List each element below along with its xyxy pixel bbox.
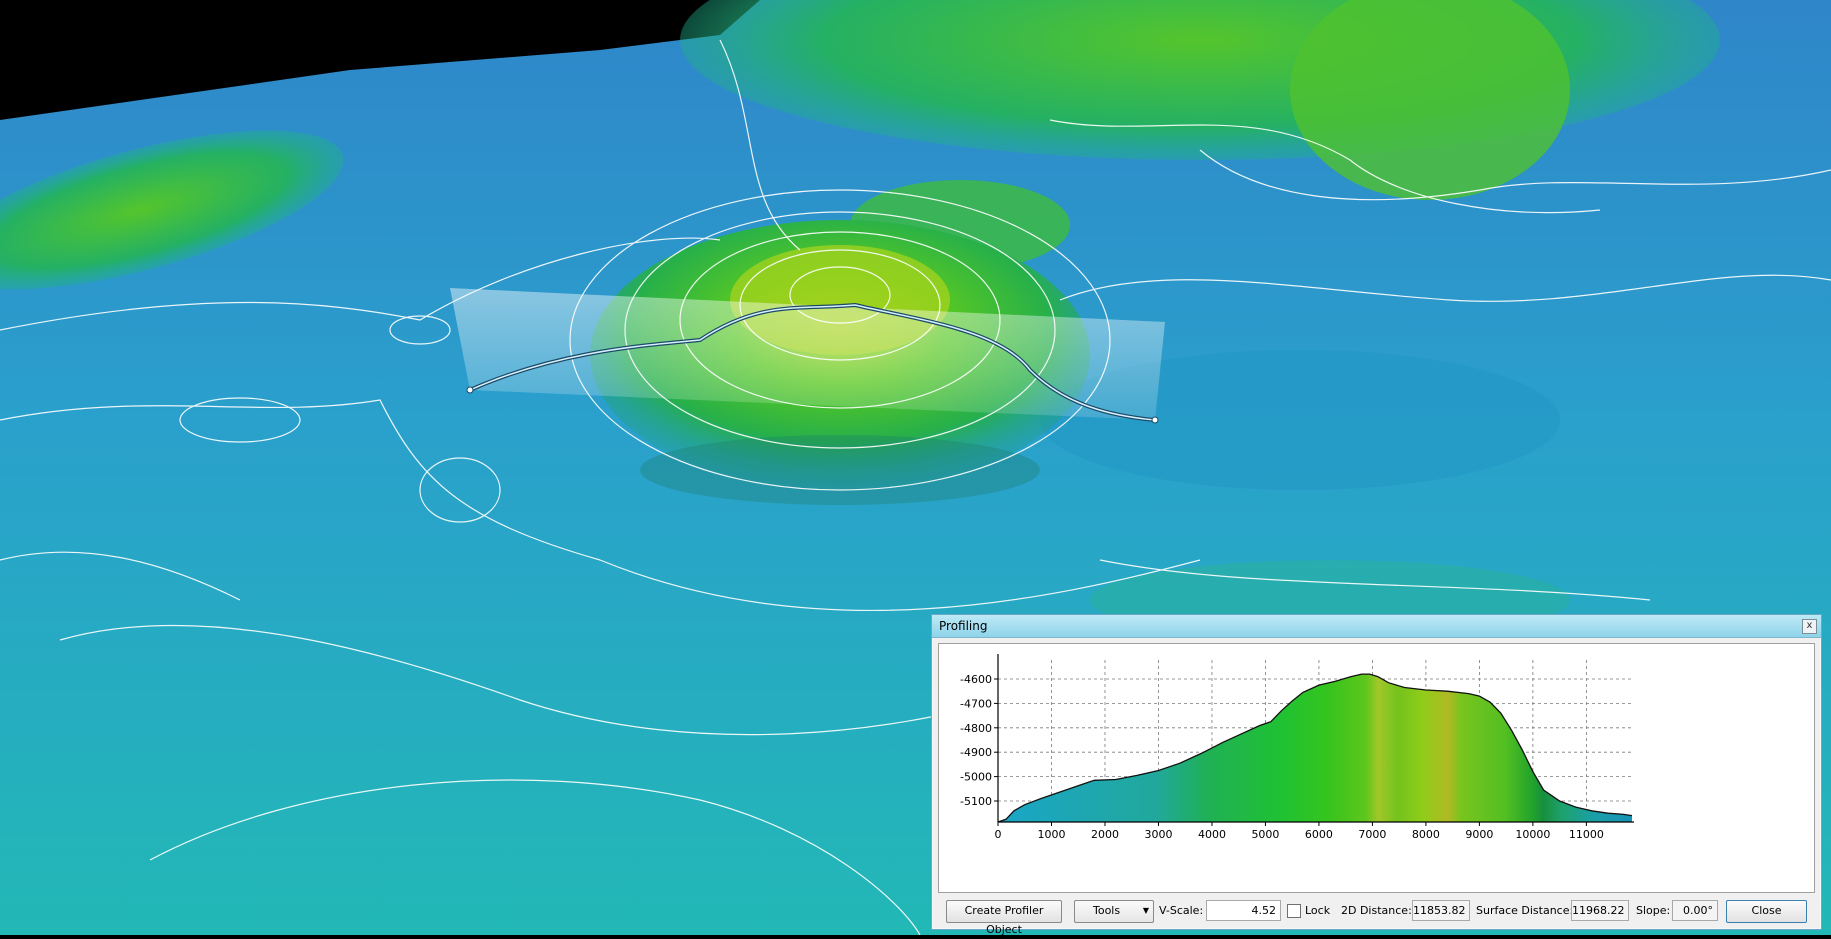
x-tick-label: 9000 xyxy=(1465,828,1493,841)
x-tick-label: 0 xyxy=(995,828,1002,841)
window-title: Profiling xyxy=(939,619,988,633)
close-button[interactable]: Close xyxy=(1726,900,1807,923)
profile-chart: 0 1000 2000 3000 4000 5000 6000 7000 8000 9000 100… xyxy=(938,643,1815,893)
x-tick-label: 10000 xyxy=(1515,828,1550,841)
2d-distance-value: 11853.82 xyxy=(1412,900,1470,921)
x-tick-label: 7000 xyxy=(1358,828,1386,841)
profile-area xyxy=(998,674,1632,822)
x-tick-label: 4000 xyxy=(1198,828,1226,841)
profiling-window: Profiling x 0 1000 2000 3000 4000 5000 6… xyxy=(931,614,1822,936)
y-tick-label: -4700 xyxy=(960,697,992,710)
create-profiler-object-button[interactable]: Create Profiler Object xyxy=(946,900,1062,936)
x-tick-label: 1000 xyxy=(1037,828,1065,841)
x-tick-label: 11000 xyxy=(1569,828,1604,841)
lock-label: Lock xyxy=(1305,904,1331,917)
lock-checkbox[interactable] xyxy=(1287,904,1301,918)
x-tick-label: 2000 xyxy=(1091,828,1119,841)
profile-chart-svg: 0 1000 2000 3000 4000 5000 6000 7000 8000 9000 100… xyxy=(960,654,1634,841)
y-tick-label: -4600 xyxy=(960,673,992,686)
slope-value: 0.00° xyxy=(1672,900,1718,921)
x-tick-label: 5000 xyxy=(1251,828,1279,841)
x-tick-label: 6000 xyxy=(1305,828,1333,841)
surface-distance-value: 11968.22 xyxy=(1571,900,1629,921)
slope-label: Slope: xyxy=(1636,904,1671,917)
chevron-down-icon: ▼ xyxy=(1142,906,1149,915)
tools-dropdown[interactable]: Tools ▼ xyxy=(1074,900,1154,923)
vscale-label: V-Scale: xyxy=(1159,904,1204,917)
surface-distance-label: Surface Distance: xyxy=(1476,904,1574,917)
tools-dropdown-label: Tools xyxy=(1093,904,1121,917)
profiling-titlebar[interactable]: Profiling x xyxy=(932,615,1821,638)
window-close-icon[interactable]: x xyxy=(1802,619,1817,634)
y-tick-label: -4800 xyxy=(960,722,992,735)
x-tick-label: 3000 xyxy=(1144,828,1172,841)
profiling-toolbar: Create Profiler Object Tools ▼ V-Scale: … xyxy=(932,894,1821,936)
y-tick-label: -5100 xyxy=(960,795,992,808)
vscale-input[interactable]: 4.52 xyxy=(1206,900,1281,921)
y-tick-label: -4900 xyxy=(960,746,992,759)
2d-distance-label: 2D Distance: xyxy=(1341,904,1412,917)
y-tick-label: -5000 xyxy=(960,771,992,784)
x-tick-label: 8000 xyxy=(1412,828,1440,841)
